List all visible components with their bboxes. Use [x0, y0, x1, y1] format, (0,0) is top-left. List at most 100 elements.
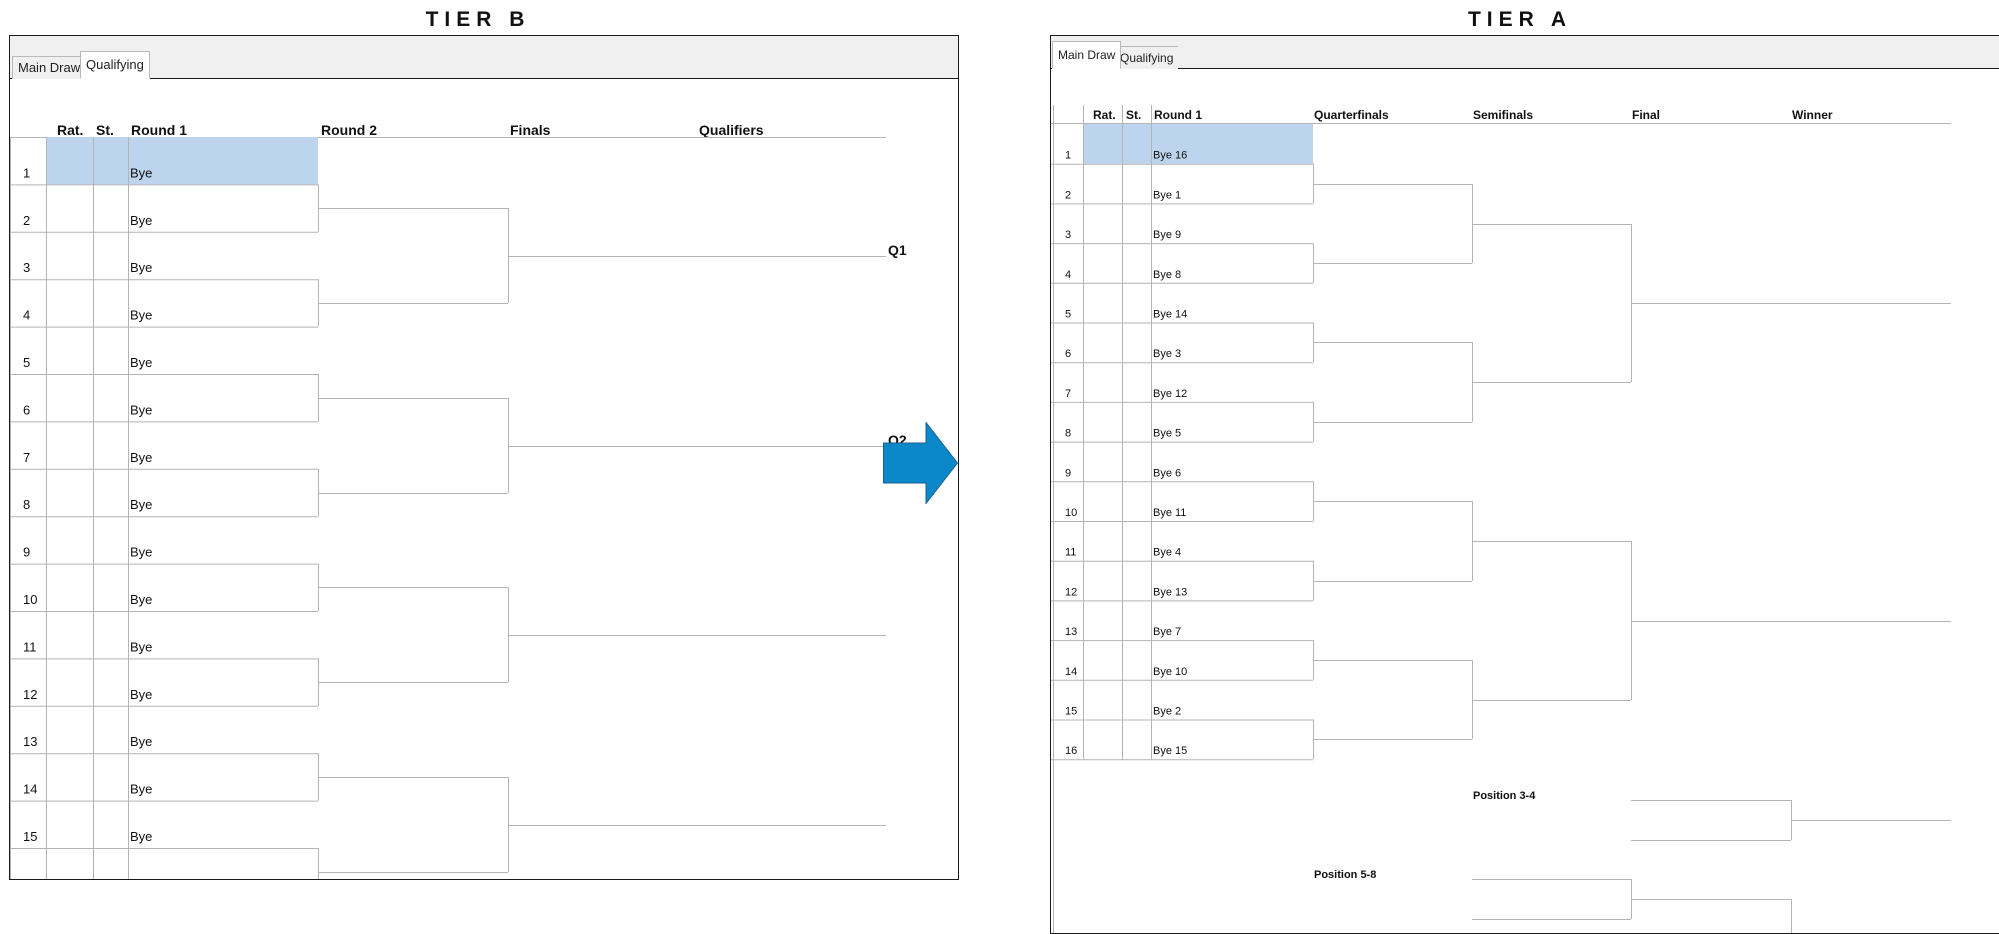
- draw-row[interactable]: 6 Bye: [10, 402, 318, 423]
- player-name: Bye 14: [1153, 309, 1187, 321]
- position-3-4-label: Position 3-4: [1473, 790, 1536, 802]
- draw-row[interactable]: 8 Bye 5: [1051, 428, 1313, 443]
- column-header-rat: Rat.: [57, 122, 83, 138]
- draw-position-number: 6: [1065, 348, 1071, 360]
- draw-row[interactable]: 11 Bye: [10, 639, 318, 660]
- tier-b-window: Main Draw Qualifying Rat. St. Round 1 Round…: [9, 35, 959, 880]
- draw-row[interactable]: 8 Bye: [10, 497, 318, 518]
- draw-row[interactable]: 14 Bye 10: [1051, 666, 1313, 681]
- qualifier-label: Q1: [888, 242, 907, 258]
- player-name: Bye 10: [1153, 666, 1187, 678]
- column-header-round1: Round 1: [1154, 108, 1202, 122]
- draw-row[interactable]: 15 Bye: [10, 829, 318, 849]
- player-name: Bye: [130, 687, 152, 702]
- draw-position-number: 9: [1065, 467, 1071, 479]
- draw-row[interactable]: 11 Bye 4: [1051, 547, 1313, 562]
- player-name: Bye 9: [1153, 229, 1181, 241]
- column-header-qualifiers: Qualifiers: [699, 122, 764, 138]
- draw-position-number: 12: [23, 687, 37, 702]
- draw-position-number: 5: [1065, 309, 1071, 321]
- draw-row[interactable]: 5 Bye 14: [1051, 309, 1313, 324]
- draw-position-number: 7: [1065, 388, 1071, 400]
- draw-row[interactable]: 7 Bye 12: [1051, 388, 1313, 403]
- draw-row[interactable]: 12 Bye: [10, 687, 318, 707]
- draw-position-number: 7: [23, 450, 30, 465]
- draw-row[interactable]: 2 Bye 1: [1051, 189, 1313, 205]
- draw-position-number: 11: [23, 639, 37, 654]
- draw-row[interactable]: 16 Bye: [10, 876, 318, 879]
- draw-position-number: 13: [23, 734, 37, 749]
- selected-row-highlight: [46, 137, 318, 185]
- player-name: Bye 6: [1153, 467, 1181, 479]
- draw-position-number: 14: [23, 782, 37, 797]
- draw-position-number: 1: [1065, 150, 1071, 162]
- player-name: Bye: [130, 639, 152, 654]
- player-name: Bye: [130, 734, 152, 749]
- draw-row[interactable]: 5 Bye: [10, 355, 318, 375]
- draw-row[interactable]: 10 Bye 11: [1051, 507, 1313, 522]
- player-name: Bye: [130, 592, 152, 607]
- player-name: Bye: [130, 260, 152, 275]
- player-name: Bye 15: [1153, 745, 1187, 757]
- tab-qualifying[interactable]: Qualifying: [80, 51, 150, 79]
- draw-position-number: 1: [23, 165, 30, 180]
- draw-row[interactable]: 6 Bye 3: [1051, 348, 1313, 364]
- player-name: Bye 1: [1153, 189, 1181, 201]
- draw-position-number: 6: [23, 402, 30, 417]
- draw-row[interactable]: 2 Bye: [10, 213, 318, 233]
- tier-b-title: TIER B: [425, 8, 531, 31]
- draw-row[interactable]: 10 Bye: [10, 592, 318, 612]
- player-name: Bye 12: [1153, 388, 1187, 400]
- draw-position-number: 2: [1065, 189, 1071, 201]
- draw-row[interactable]: 3 Bye: [10, 260, 318, 281]
- draw-position-number: 8: [1065, 428, 1071, 440]
- column-header-final: Final: [1632, 108, 1660, 122]
- draw-position-number: 10: [23, 592, 37, 607]
- draw-position-number: 2: [23, 213, 30, 228]
- player-name: Bye: [130, 355, 152, 370]
- tier-a-window: Main Draw Qualifying Rat. St. Round 1 Quart…: [1050, 35, 1999, 934]
- draw-row[interactable]: 16 Bye 15: [1051, 745, 1313, 761]
- player-name: Bye: [130, 165, 152, 180]
- tier-b-tabbar: Main Draw Qualifying: [10, 36, 958, 79]
- draw-row[interactable]: 14 Bye: [10, 782, 318, 802]
- player-name: Bye: [130, 213, 152, 228]
- player-name: Bye: [130, 402, 152, 417]
- tab-main-draw[interactable]: Main Draw: [12, 56, 86, 79]
- player-name: Bye 5: [1153, 428, 1181, 440]
- player-name: Bye: [130, 497, 152, 512]
- draw-row[interactable]: 3 Bye 9: [1051, 229, 1313, 245]
- draw-position-number: 16: [1065, 745, 1077, 757]
- draw-position-number: 3: [23, 260, 30, 275]
- position-5-8-label: Position 5-8: [1314, 869, 1376, 881]
- column-header-semifinals: Semifinals: [1473, 108, 1533, 122]
- player-name: Bye 16: [1153, 150, 1187, 162]
- draw-position-number: 5: [23, 355, 30, 370]
- draw-position-number: 8: [23, 497, 30, 512]
- column-header-finals: Finals: [510, 122, 551, 138]
- draw-row[interactable]: 4 Bye: [10, 308, 318, 328]
- tier-b-draw-grid: Rat. St. Round 1 Round 2 Finals Qualifiers 1 By…: [10, 122, 907, 879]
- tab-main-draw[interactable]: Main Draw: [1052, 41, 1122, 69]
- draw-row[interactable]: 15 Bye 2: [1051, 706, 1313, 721]
- column-header-round1: Round 1: [131, 122, 187, 138]
- draw-position-number: 16: [23, 876, 37, 879]
- draw-position-number: 13: [1065, 626, 1077, 638]
- draw-position-number: 3: [1065, 229, 1071, 241]
- draw-row[interactable]: 9 Bye: [10, 545, 318, 565]
- player-name: Bye 3: [1153, 348, 1181, 360]
- tab-qualifying[interactable]: Qualifying: [1114, 46, 1179, 69]
- draw-row[interactable]: 9 Bye 6: [1051, 467, 1313, 483]
- draw-row[interactable]: 7 Bye: [10, 450, 318, 470]
- draw-row[interactable]: 12 Bye 13: [1051, 586, 1313, 602]
- draw-position-number: 9: [23, 545, 30, 560]
- draw-row[interactable]: 4 Bye 8: [1051, 269, 1313, 284]
- tier-a-tabbar: Main Draw Qualifying: [1051, 36, 1999, 69]
- draw-row[interactable]: 13 Bye: [10, 734, 318, 755]
- draw-position-number: 15: [1065, 706, 1077, 718]
- player-name: Bye 4: [1153, 547, 1181, 559]
- tier-a-draw-grid: Rat. St. Round 1 Quarterfinals Semifinals Fin…: [1051, 105, 1951, 933]
- draw-row[interactable]: 13 Bye 7: [1051, 626, 1313, 642]
- draw-position-number: 10: [1065, 507, 1077, 519]
- player-name: Bye 8: [1153, 269, 1181, 281]
